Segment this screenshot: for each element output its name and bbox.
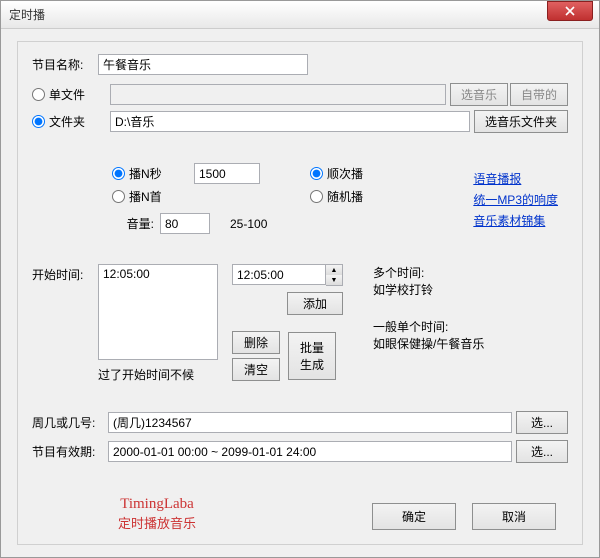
program-name-label: 节目名称: [32, 56, 98, 73]
content-area: 节目名称: 单文件 选音乐 自带的 文件夹 选音乐文件 [1, 29, 599, 557]
program-name-input[interactable] [98, 54, 308, 75]
volume-range-label: 25-100 [230, 217, 267, 231]
missed-note: 过了开始时间不候 [98, 366, 218, 383]
start-time-section: 开始时间: 12:05:00 过了开始时间不候 ▲ ▼ [32, 264, 568, 389]
main-frame: 节目名称: 单文件 选音乐 自带的 文件夹 选音乐文件 [17, 41, 583, 545]
single-file-path-input[interactable] [110, 84, 446, 105]
sequential-label: 顺次播 [327, 165, 363, 182]
spinner-up-button[interactable]: ▲ [326, 265, 342, 275]
dialog-buttons: 确定 取消 [372, 503, 556, 530]
n-songs-radio-input[interactable] [112, 190, 125, 203]
schedule-section: 周几或几号: 选... 节目有效期: 选... [32, 411, 568, 463]
window-title: 定时播 [9, 6, 547, 23]
materials-link[interactable]: 音乐素材锦集 [473, 212, 558, 229]
brand-line1: TimingLaba [118, 496, 196, 513]
volume-label: 音量: [112, 215, 154, 232]
random-radio-input[interactable] [310, 190, 323, 203]
n-seconds-radio-input[interactable] [112, 167, 125, 180]
single-file-radio-label: 单文件 [49, 86, 85, 103]
folder-row: 文件夹 选音乐文件夹 [32, 110, 568, 133]
folder-radio[interactable]: 文件夹 [32, 113, 98, 130]
random-label: 随机播 [327, 188, 363, 205]
sequential-radio-input[interactable] [310, 167, 323, 180]
help-multi-2: 如学校打铃 [373, 281, 484, 298]
random-radio[interactable]: 随机播 [310, 188, 363, 205]
close-button[interactable] [547, 1, 593, 21]
select-folder-button[interactable]: 选音乐文件夹 [474, 110, 568, 133]
n-seconds-radio[interactable]: 播N秒 [112, 165, 182, 182]
select-music-button: 选音乐 [450, 83, 508, 106]
time-help: 多个时间: 如学校打铃 一般单个时间: 如眼保健操/午餐音乐 [373, 264, 484, 389]
validity-input[interactable] [108, 441, 512, 462]
ok-button[interactable]: 确定 [372, 503, 456, 530]
help-single-2: 如眼保健操/午餐音乐 [373, 335, 484, 352]
help-multi-1: 多个时间: [373, 264, 484, 281]
n-seconds-label: 播N秒 [129, 165, 162, 182]
n-value-input[interactable] [194, 163, 260, 184]
time-spinner[interactable]: ▲ ▼ [232, 264, 343, 286]
links-block: 语音播报 统一MP3的响度 音乐素材锦集 [473, 170, 558, 233]
add-time-button[interactable]: 添加 [287, 292, 343, 315]
validity-select-button[interactable]: 选... [516, 440, 568, 463]
single-file-row: 单文件 选音乐 自带的 [32, 83, 568, 106]
time-list-item[interactable]: 12:05:00 [103, 267, 213, 281]
delete-time-button[interactable]: 删除 [232, 331, 280, 354]
single-file-radio-input[interactable] [32, 88, 45, 101]
time-spinner-input[interactable] [232, 264, 326, 285]
cancel-button[interactable]: 取消 [472, 503, 556, 530]
sequential-radio[interactable]: 顺次播 [310, 165, 363, 182]
batch-generate-button[interactable]: 批量 生成 [288, 332, 336, 380]
program-name-row: 节目名称: [32, 54, 568, 75]
folder-radio-label: 文件夹 [49, 113, 85, 130]
folder-radio-input[interactable] [32, 115, 45, 128]
folder-path-input[interactable] [110, 111, 470, 132]
help-single-1: 一般单个时间: [373, 318, 484, 335]
start-time-label: 开始时间: [32, 264, 98, 389]
spinner-down-button[interactable]: ▼ [326, 275, 342, 285]
time-listbox[interactable]: 12:05:00 [98, 264, 218, 360]
builtin-button: 自带的 [510, 83, 568, 106]
branding: TimingLaba 定时播放音乐 [118, 496, 196, 532]
n-songs-radio[interactable]: 播N首 [112, 188, 182, 205]
titlebar: 定时播 [1, 1, 599, 29]
weekday-input[interactable] [108, 412, 512, 433]
volume-input[interactable] [160, 213, 210, 234]
single-file-radio[interactable]: 单文件 [32, 86, 98, 103]
weekday-label: 周几或几号: [32, 414, 108, 431]
dialog-window: 定时播 节目名称: 单文件 选音乐 自带的 [0, 0, 600, 558]
weekday-select-button[interactable]: 选... [516, 411, 568, 434]
clear-time-button[interactable]: 清空 [232, 358, 280, 381]
close-icon [565, 6, 575, 16]
n-songs-label: 播N首 [129, 188, 162, 205]
normalize-link[interactable]: 统一MP3的响度 [473, 191, 558, 208]
brand-line2: 定时播放音乐 [118, 513, 196, 532]
voice-link[interactable]: 语音播报 [473, 170, 558, 187]
validity-label: 节目有效期: [32, 443, 108, 460]
